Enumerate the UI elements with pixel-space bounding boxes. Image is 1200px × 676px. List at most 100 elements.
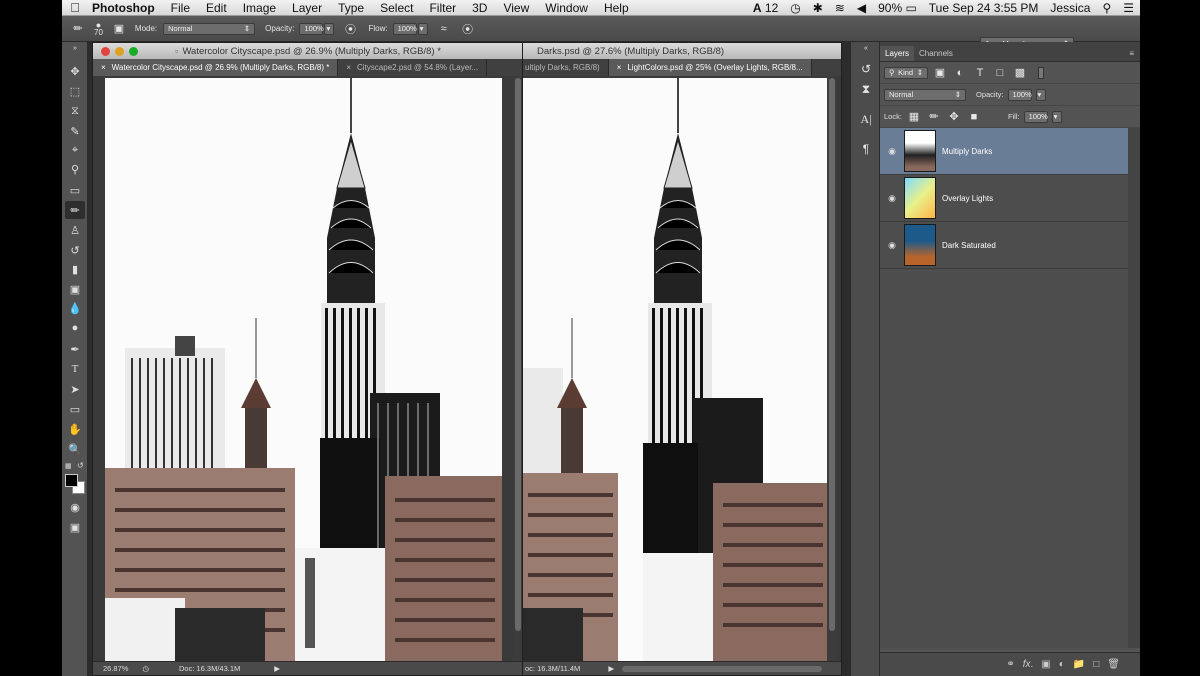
document-titlebar-left[interactable]: ▫ Watercolor Cityscape.psd @ 26.9% (Mult…: [93, 43, 523, 59]
quick-mask-icon[interactable]: ◉: [65, 498, 85, 516]
new-layer-icon[interactable]: □: [1093, 659, 1099, 670]
zoom-window-button[interactable]: [129, 47, 138, 56]
path-selection-tool-icon[interactable]: ➤: [65, 380, 85, 398]
scroll-thumb[interactable]: [515, 78, 521, 631]
brush-tool-preset-icon[interactable]: ✏: [70, 21, 86, 37]
eyedropper-tool-icon[interactable]: ⚲: [65, 160, 85, 178]
tab-layers[interactable]: Layers: [880, 46, 915, 61]
layer-visibility-eye-icon[interactable]: ◉: [880, 240, 904, 251]
filter-adjustment-icon[interactable]: ◐: [952, 65, 968, 81]
shape-tool-icon[interactable]: ▭: [65, 400, 85, 418]
default-colors-icon[interactable]: ▦: [65, 462, 73, 470]
horizontal-scrollbar[interactable]: [622, 665, 823, 672]
status-expand-arrow-icon[interactable]: ▶: [608, 664, 614, 673]
layer-opacity-field[interactable]: 100%: [1007, 88, 1032, 101]
link-layers-icon[interactable]: ⚭: [1006, 659, 1014, 670]
canvas-left[interactable]: [105, 78, 502, 661]
clone-stamp-tool-icon[interactable]: ♙: [65, 221, 85, 239]
layer-row-multiply-darks[interactable]: ◉ Multiply Darks: [880, 128, 1128, 175]
menu-window[interactable]: Window: [537, 1, 596, 15]
tab-watercolor-cityscape[interactable]: × Watercolor Cityscape.psd @ 26.9% (Mult…: [93, 59, 339, 76]
crop-tool-icon[interactable]: ⌖: [65, 141, 85, 159]
mode-dropdown[interactable]: Normal ⇕: [163, 22, 256, 35]
screen-mode-icon[interactable]: ▣: [65, 518, 85, 536]
filter-kind-dropdown[interactable]: ⚲ Kind ⇕: [884, 66, 928, 79]
fill-field[interactable]: 100%: [1023, 110, 1048, 123]
wifi-icon[interactable]: ≋: [829, 1, 851, 15]
new-group-icon[interactable]: 📁: [1073, 659, 1085, 670]
spotlight-search-icon[interactable]: ⚲: [1096, 1, 1117, 15]
menu-view[interactable]: View: [495, 1, 537, 15]
panel-menu-icon[interactable]: ≡: [1129, 49, 1134, 61]
document-titlebar-right[interactable]: Darks.psd @ 27.6% (Multiply Darks, RGB/8…: [523, 43, 841, 59]
apple-menu-icon[interactable]: : [62, 0, 88, 15]
blend-mode-dropdown[interactable]: Normal ⇕: [884, 88, 966, 101]
type-tool-icon[interactable]: T: [65, 360, 85, 378]
filter-toggle-switch[interactable]: [1038, 66, 1044, 79]
delete-layer-icon[interactable]: 🗑: [1107, 659, 1120, 670]
menu-help[interactable]: Help: [596, 1, 637, 15]
minimize-window-button[interactable]: [115, 47, 124, 56]
add-mask-icon[interactable]: ▣: [1041, 659, 1050, 670]
hand-tool-icon[interactable]: ✋: [65, 420, 85, 438]
battery-status[interactable]: 90% ▭: [872, 1, 923, 15]
menubar-clock[interactable]: Tue Sep 24 3:55 PM: [923, 1, 1045, 15]
layer-visibility-eye-icon[interactable]: ◉: [880, 146, 904, 157]
character-panel-icon[interactable]: A|: [857, 110, 875, 128]
opacity-slider-toggle[interactable]: ▾: [324, 22, 335, 35]
menu-image[interactable]: Image: [235, 1, 284, 15]
airbrush-icon[interactable]: ≈: [436, 21, 452, 37]
zoom-tool-icon[interactable]: 🔍: [65, 440, 85, 458]
adobe-status-icon[interactable]: A 12: [747, 1, 784, 15]
tab-darks[interactable]: ultiply Darks, RGB/8): [523, 59, 609, 76]
paragraph-panel-icon[interactable]: ¶: [857, 140, 875, 158]
pen-tool-icon[interactable]: ✒: [65, 340, 85, 358]
flow-field[interactable]: 100%: [392, 22, 417, 35]
layer-row-overlay-lights[interactable]: ◉ Overlay Lights: [880, 175, 1128, 222]
menu-select[interactable]: Select: [372, 1, 421, 15]
menu-type[interactable]: Type: [330, 1, 372, 15]
layer-visibility-eye-icon[interactable]: ◉: [880, 193, 904, 204]
lock-all-icon[interactable]: ■: [966, 109, 982, 125]
filter-smart-object-icon[interactable]: ▩: [1012, 65, 1028, 81]
history-brush-tool-icon[interactable]: ↺: [65, 241, 85, 259]
lock-transparent-icon[interactable]: ▦: [906, 109, 922, 125]
quick-selection-tool-icon[interactable]: ✎: [65, 122, 85, 140]
tab-close-icon[interactable]: ×: [101, 63, 106, 72]
pressure-size-icon[interactable]: ⦿: [460, 21, 476, 37]
gradient-tool-icon[interactable]: ▣: [65, 280, 85, 298]
layers-scrollbar[interactable]: [1128, 128, 1140, 648]
adjustment-layer-icon[interactable]: ◐: [1059, 659, 1065, 670]
close-window-button[interactable]: [101, 47, 110, 56]
swap-colors-icon[interactable]: ↺: [77, 461, 84, 470]
status-expand-arrow-icon[interactable]: ▶: [274, 664, 280, 673]
notification-center-icon[interactable]: ☰: [1117, 1, 1140, 15]
history-panel-icon[interactable]: ↺: [857, 60, 875, 78]
menu-file[interactable]: File: [163, 1, 198, 15]
tab-close-icon[interactable]: ×: [617, 63, 622, 72]
healing-brush-tool-icon[interactable]: ▭: [65, 181, 85, 199]
pressure-opacity-icon[interactable]: ⦿: [342, 21, 358, 37]
menu-edit[interactable]: Edit: [198, 1, 235, 15]
vertical-scrollbar-right[interactable]: [827, 76, 837, 661]
menu-filter[interactable]: Filter: [421, 1, 464, 15]
menubar-user[interactable]: Jessica: [1044, 1, 1096, 15]
filter-shape-icon[interactable]: □: [992, 65, 1008, 81]
eraser-tool-icon[interactable]: ▮: [65, 260, 85, 278]
paths-panel-icon[interactable]: ⧗: [857, 80, 875, 98]
menu-3d[interactable]: 3D: [464, 1, 495, 15]
canvas-right[interactable]: [523, 78, 830, 661]
menu-layer[interactable]: Layer: [284, 1, 330, 15]
opacity-field[interactable]: 100%: [299, 22, 324, 35]
blur-tool-icon[interactable]: 💧: [65, 299, 85, 317]
marquee-tool-icon[interactable]: ⬚: [65, 82, 85, 100]
move-tool-icon[interactable]: ✥: [65, 62, 85, 80]
layer-effects-icon[interactable]: fx.: [1023, 659, 1034, 670]
tools-collapse-icon[interactable]: »: [65, 44, 85, 52]
dock-expand-icon[interactable]: «: [857, 44, 875, 52]
zoom-level-field[interactable]: 26.87%: [103, 664, 128, 673]
flow-slider-toggle[interactable]: ▾: [417, 22, 428, 35]
fill-slider-toggle[interactable]: ▾: [1051, 110, 1062, 123]
tab-channels[interactable]: Channels: [914, 46, 958, 61]
status-menu-icon[interactable]: ◷: [142, 664, 149, 673]
